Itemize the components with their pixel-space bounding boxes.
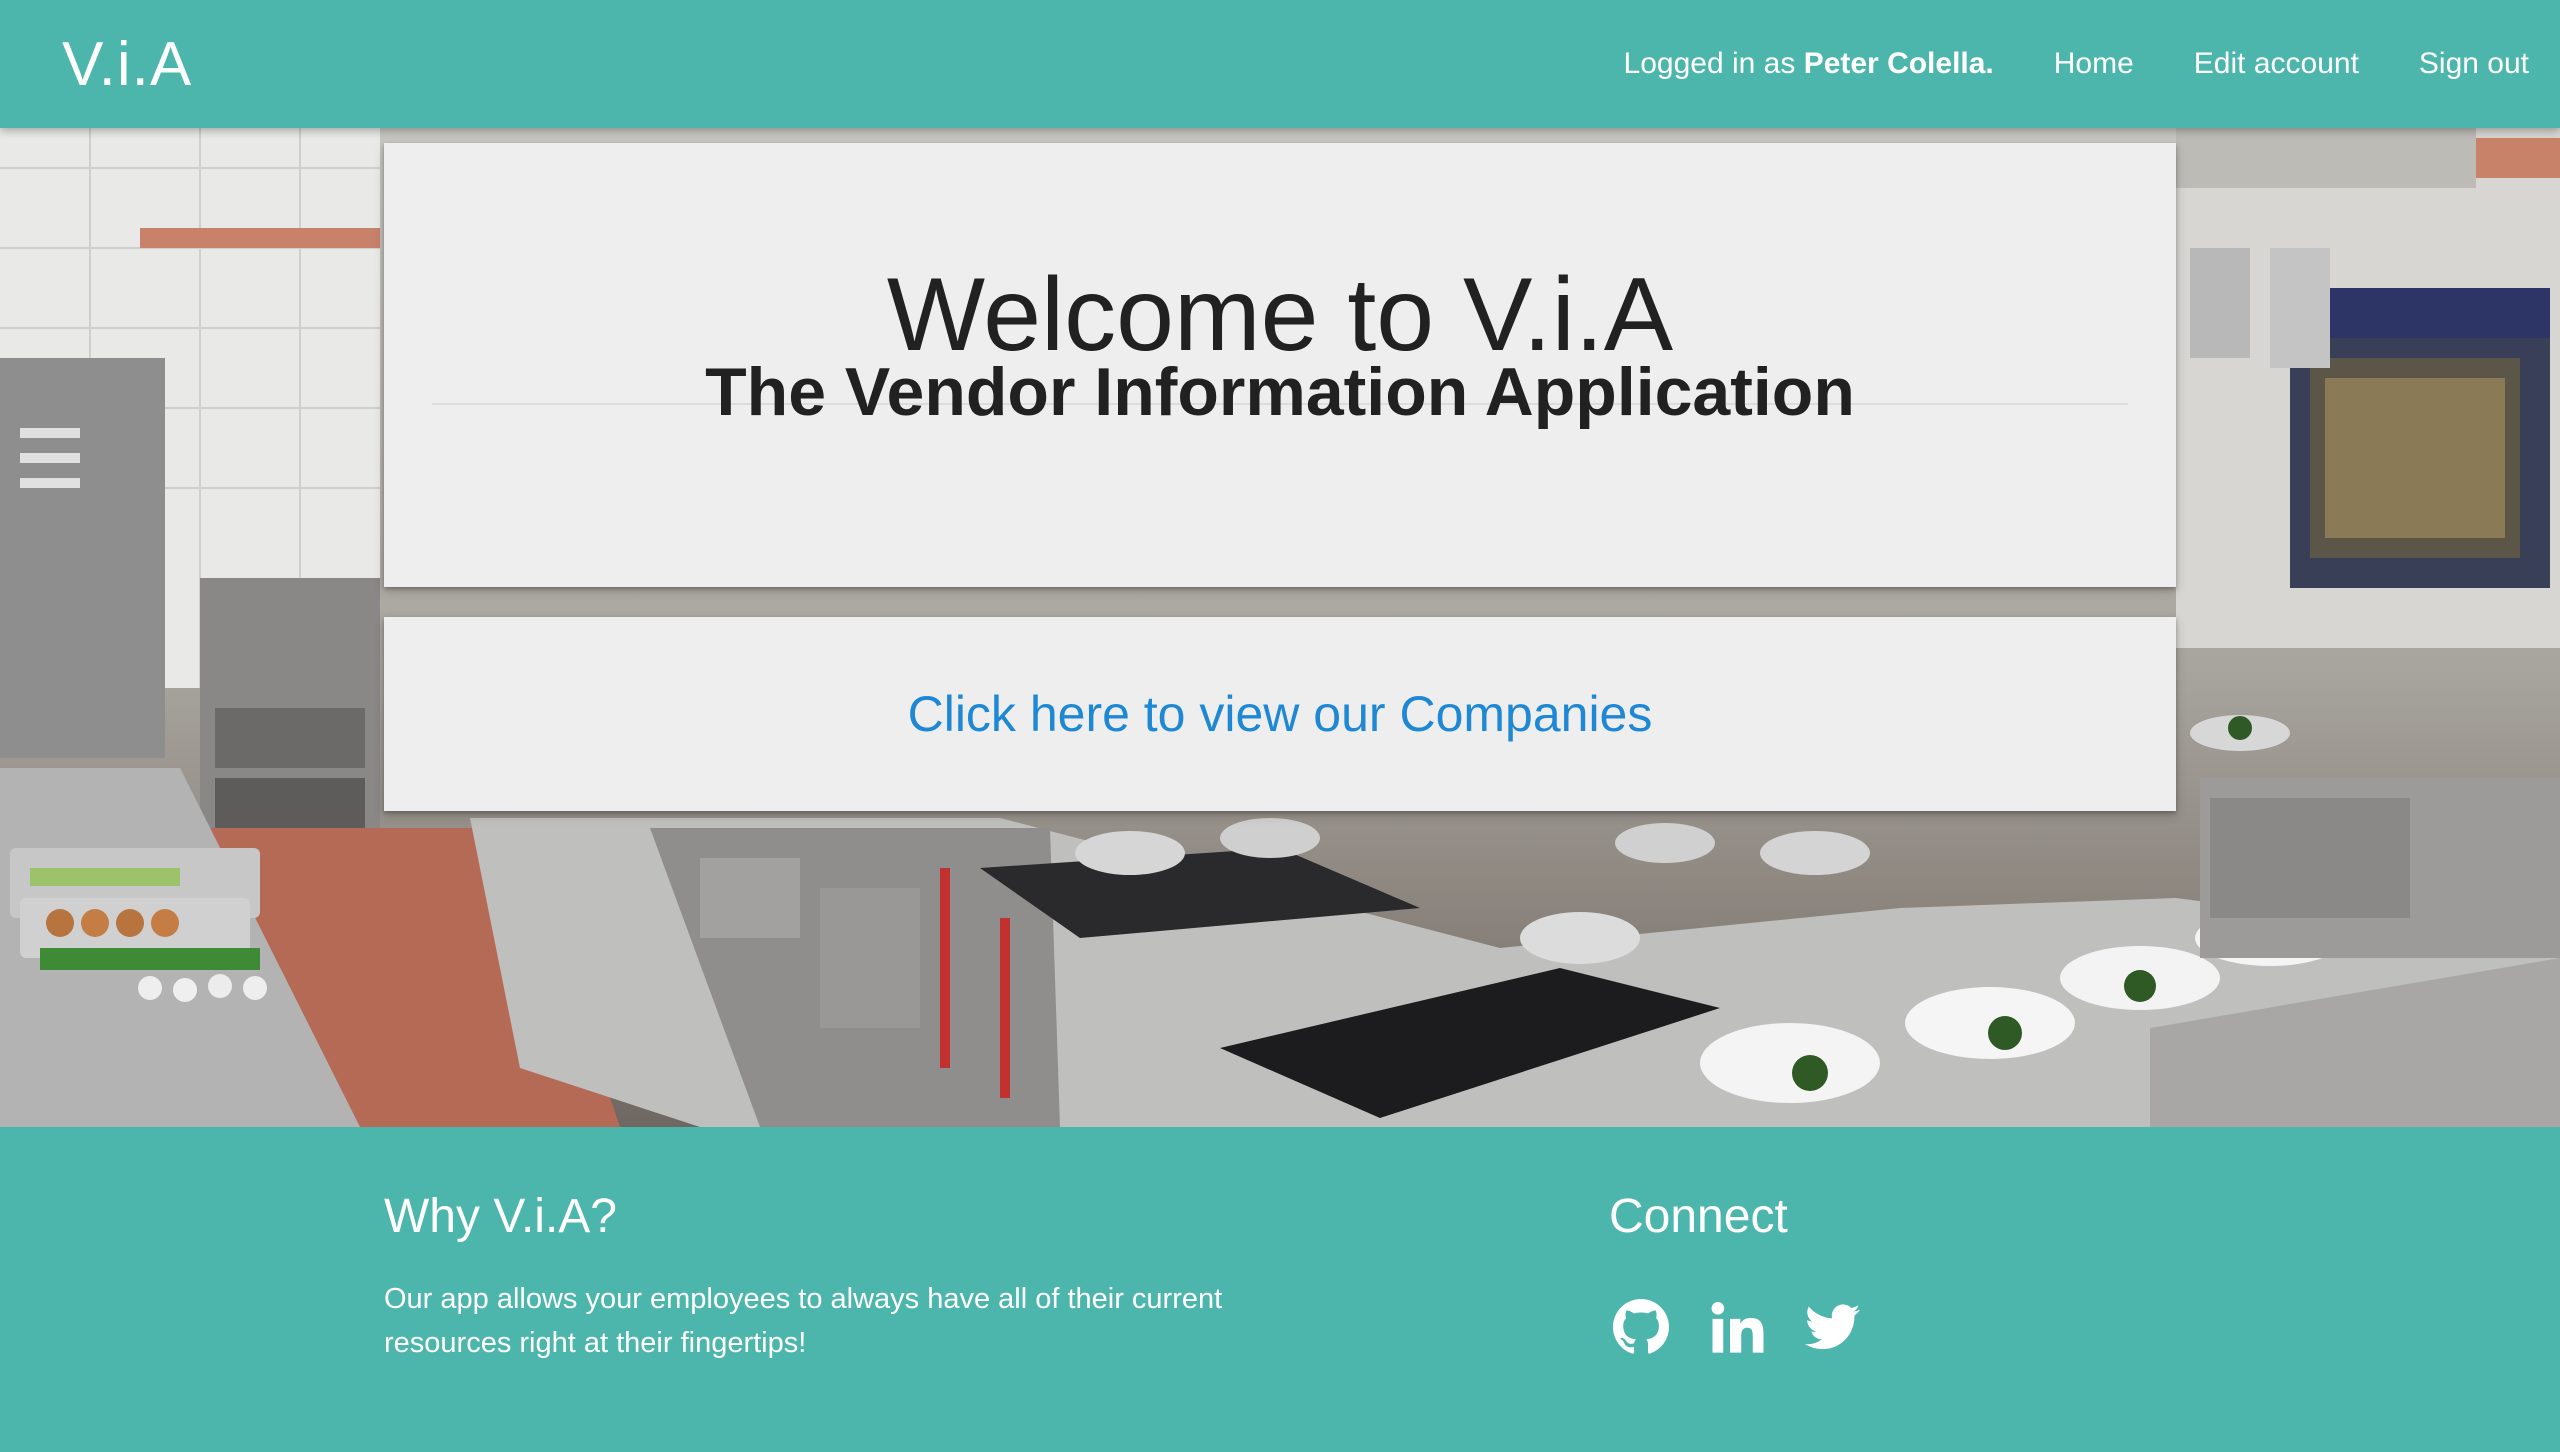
- view-companies-link[interactable]: Click here to view our Companies: [908, 685, 1653, 743]
- linkedin-icon[interactable]: [1709, 1299, 1765, 1355]
- nav-sign-out-link[interactable]: Sign out: [2419, 47, 2529, 81]
- connect-title: Connect: [1609, 1190, 1788, 1243]
- top-navbar: V.i.A Logged in as Peter Colella. Home E…: [0, 0, 2560, 128]
- logged-in-label: Logged in as: [1623, 47, 1796, 80]
- nav-edit-account-link[interactable]: Edit account: [2194, 47, 2389, 81]
- companies-link-card: Click here to view our Companies: [384, 617, 2176, 811]
- nav-home-link[interactable]: Home: [2054, 47, 2164, 81]
- why-via-text: Our app allows your employees to always …: [384, 1283, 1223, 1359]
- nav-menu: Logged in as Peter Colella. Home Edit ac…: [1624, 47, 2529, 81]
- page-footer: Why V.i.A? Our app allows your employees…: [0, 1127, 2560, 1452]
- twitter-icon[interactable]: [1805, 1299, 1861, 1355]
- github-icon[interactable]: [1613, 1299, 1669, 1355]
- why-via-title: Why V.i.A?: [384, 1190, 617, 1243]
- welcome-card: Welcome to V.i.A The Vendor Information …: [384, 143, 2176, 587]
- brand-logo[interactable]: V.i.A: [62, 29, 192, 100]
- logged-in-status: Logged in as Peter Colella.: [1624, 47, 1994, 81]
- social-links: [1613, 1299, 1861, 1355]
- welcome-subtitle: The Vendor Information Application: [705, 354, 1855, 430]
- user-name: Peter Colella.: [1803, 47, 1994, 80]
